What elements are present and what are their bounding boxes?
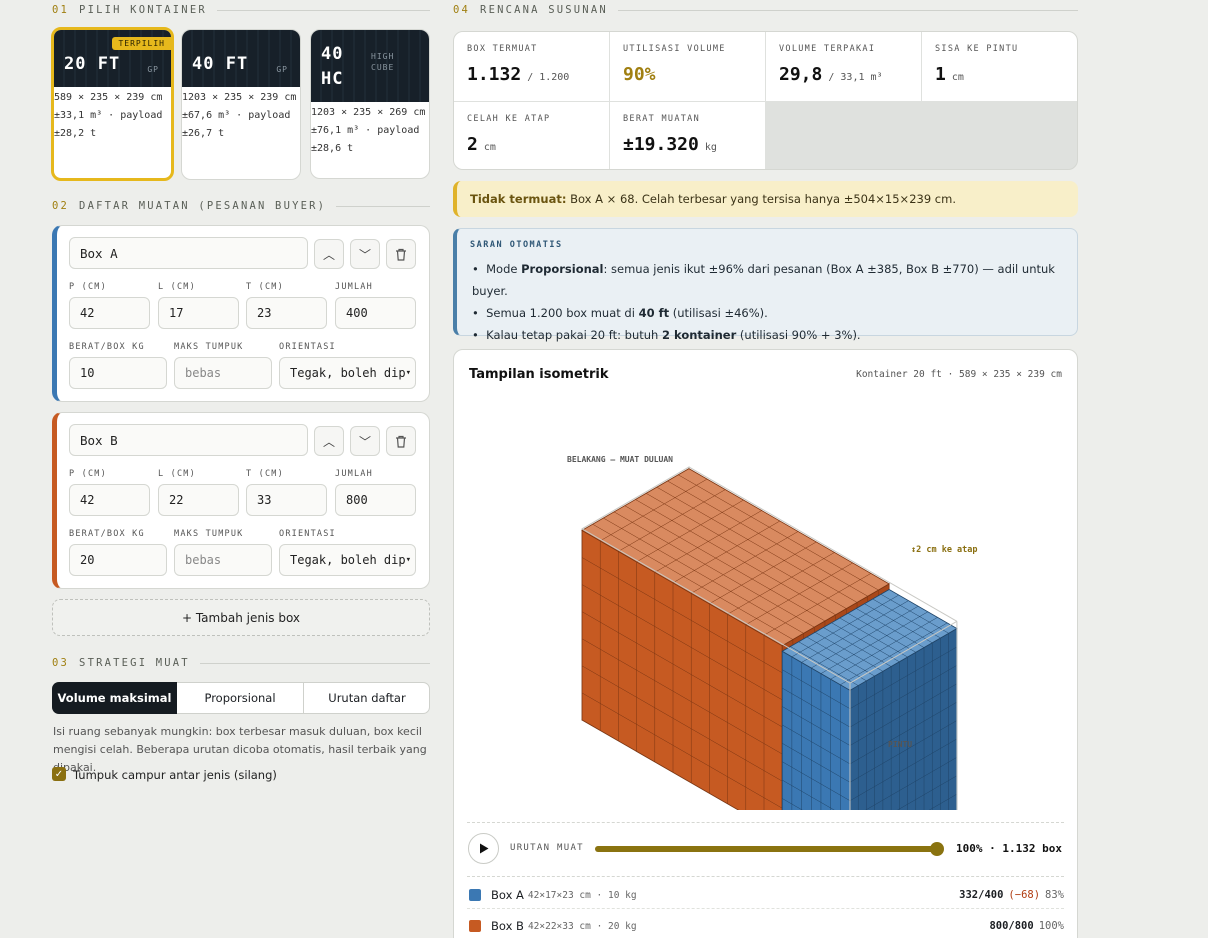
move-down-button[interactable]: ﹀ [350, 239, 380, 269]
container-thumbnail: 40 HC HIGH CUBE [311, 30, 429, 102]
chevron-down-icon: ▾ [405, 555, 411, 565]
container-card-40ft[interactable]: 40 FT GP 1203 × 235 × 239 cm ±67,6 m³ · … [181, 29, 301, 180]
back-label: BELAKANG — MUAT DULUAN [567, 455, 673, 464]
play-icon [479, 843, 488, 854]
section-header-strategy: 03 STRATEGI MUAT [52, 657, 430, 669]
orientation-select[interactable]: Tegak, boleh dipu ▾ [279, 544, 416, 576]
container-thumbnail: TERPILIH 20 FT GP [54, 30, 171, 87]
mix-stack-checkbox[interactable]: ✓ [52, 767, 66, 781]
stat-door-gap: SISA KE PINTU 1 cm [922, 32, 1077, 101]
order-slider-fill [595, 846, 937, 852]
add-box-button[interactable]: + Tambah jenis box [52, 599, 430, 636]
container-card-40hc[interactable]: 40 HC HIGH CUBE 1203 × 235 × 269 cm ±76,… [310, 29, 430, 179]
stat-box-loaded: BOX TERMUAT 1.132/ 1.200 [454, 32, 609, 101]
move-up-button[interactable]: ︿ [314, 426, 344, 456]
width-input[interactable]: 22 [158, 484, 239, 516]
height-input[interactable]: 33 [246, 484, 327, 516]
stats-grid: BOX TERMUAT 1.132/ 1.200 UTILISASI VOLUM… [453, 31, 1078, 170]
order-slider-track[interactable] [595, 842, 944, 856]
check-icon: ✓ [54, 768, 64, 780]
order-label: URUTAN MUAT [510, 843, 584, 853]
order-progress-text: 100% · 1.132 box [956, 842, 1062, 855]
box-name-input[interactable]: Box B [69, 424, 308, 456]
length-input[interactable]: 42 [69, 484, 150, 516]
stat-cargo-weight: BERAT MUATAN ±19.320 kg [610, 102, 765, 169]
iso-title: Tampilan isometrik [469, 367, 609, 382]
chevron-up-icon: ︿ [322, 434, 335, 449]
container-name: 40 FT [192, 54, 249, 74]
container-info: 589 × 235 × 239 cm ±33,1 m³ · payload ±2… [54, 92, 163, 139]
container-name: 40 HC [321, 44, 344, 89]
chevron-down-icon: ﹀ [358, 247, 371, 262]
max-stack-input[interactable]: bebas [174, 544, 272, 576]
section-header-cargo: 02 DAFTAR MUATAN (PESANAN BUYER) [52, 200, 430, 212]
weight-input[interactable]: 20 [69, 544, 167, 576]
section-title: RENCANA SUSUNAN [480, 4, 608, 16]
iso-meta: Kontainer 20 ft · 589 × 235 × 239 cm [856, 369, 1062, 380]
section-header-plan: 04 RENCANA SUSUNAN [453, 4, 1078, 16]
stat-volume-utilization: UTILISASI VOLUME 90% [610, 32, 765, 101]
suggestion-item: • Semua 1.200 box muat di 40 ft (utilisa… [472, 306, 768, 320]
warning-text: Box A × 68. Celah terbesar yang tersisa … [570, 192, 956, 206]
length-input[interactable]: 42 [69, 297, 150, 329]
move-down-button[interactable]: ﹀ [350, 426, 380, 456]
chevron-down-icon: ﹀ [358, 434, 371, 449]
container-card-20ft[interactable]: TERPILIH 20 FT GP 589 × 235 × 239 cm ±33… [51, 27, 174, 181]
isometric-view-card: Tampilan isometrik Kontainer 20 ft · 589… [453, 349, 1078, 938]
orientation-select[interactable]: Tegak, boleh dipu ▾ [279, 357, 416, 389]
container-info: 1203 × 235 × 239 cm ±67,6 m³ · payload ±… [182, 92, 297, 139]
delete-button[interactable] [386, 239, 416, 269]
container-type: GP [147, 65, 159, 74]
box-card-b: Box B ︿ ﹀ P (CM) L (CM) T (CM) JUMLAH 42… [52, 412, 430, 589]
suggestion-box: SARAN OTOMATIS • Mode Proporsional: semu… [453, 228, 1078, 342]
strategy-option-volume[interactable]: Volume maksimal [52, 682, 177, 714]
trash-icon [396, 248, 406, 261]
height-input[interactable]: 23 [246, 297, 327, 329]
trash-icon [396, 435, 406, 448]
container-name: 20 FT [64, 54, 121, 74]
strategy-option-urutan[interactable]: Urutan daftar [304, 682, 430, 714]
warning-title: Tidak termuat: [470, 192, 567, 206]
legend-row: Box B 42×22×33 cm · 20 kg 800/800 100% [469, 916, 1064, 936]
color-swatch [469, 889, 481, 901]
container-type: GP [276, 65, 288, 74]
door-label: PINTU [888, 740, 913, 749]
warning-banner: Tidak termuat: Box A × 68. Celah terbesa… [453, 181, 1078, 217]
weight-input[interactable]: 10 [69, 357, 167, 389]
section-title: STRATEGI MUAT [79, 657, 190, 669]
suggestion-title: SARAN OTOMATIS [470, 240, 563, 250]
order-slider-handle[interactable] [930, 842, 944, 856]
strategy-option-proporsional[interactable]: Proporsional [177, 682, 304, 714]
container-info: 1203 × 235 × 269 cm ±76,1 m³ · payload ±… [311, 107, 426, 154]
selected-badge: TERPILIH [112, 37, 171, 50]
section-title: PILIH KONTAINER [79, 4, 207, 16]
mix-stack-label: Tumpuk campur antar jenis (silang) [73, 768, 277, 782]
chevron-down-icon: ▾ [405, 368, 411, 378]
section-header-container: 01 PILIH KONTAINER [52, 4, 430, 16]
stat-volume-used: VOLUME TERPAKAI 29,8/ 33,1 m³ [766, 32, 921, 101]
quantity-input[interactable]: 400 [335, 297, 416, 329]
chevron-up-icon: ︿ [322, 247, 335, 262]
roof-gap-label: ↕2 cm ke atap [911, 545, 978, 555]
delete-button[interactable] [386, 426, 416, 456]
width-input[interactable]: 17 [158, 297, 239, 329]
play-button[interactable] [468, 833, 499, 864]
section-title: DAFTAR MUATAN (PESANAN BUYER) [79, 200, 327, 212]
move-up-button[interactable]: ︿ [314, 239, 344, 269]
max-stack-input[interactable]: bebas [174, 357, 272, 389]
suggestion-item: • Mode Proporsional: semua jenis ikut ±9… [472, 262, 1055, 298]
legend-row: Box A 42×17×23 cm · 10 kg 332/400 (−68) … [469, 885, 1064, 905]
box-card-a: Box A ︿ ﹀ P (CM) L (CM) T (CM) JUMLAH 42… [52, 225, 430, 402]
color-swatch [469, 920, 481, 932]
container-thumbnail: 40 FT GP [182, 30, 300, 87]
container-type: HIGH CUBE [371, 52, 395, 72]
stat-roof-gap: CELAH KE ATAP 2 cm [454, 102, 609, 169]
box-name-input[interactable]: Box A [69, 237, 308, 269]
suggestion-item: • Kalau tetap pakai 20 ft: butuh 2 konta… [472, 328, 861, 342]
isometric-container-view[interactable] [454, 390, 1079, 810]
quantity-input[interactable]: 800 [335, 484, 416, 516]
